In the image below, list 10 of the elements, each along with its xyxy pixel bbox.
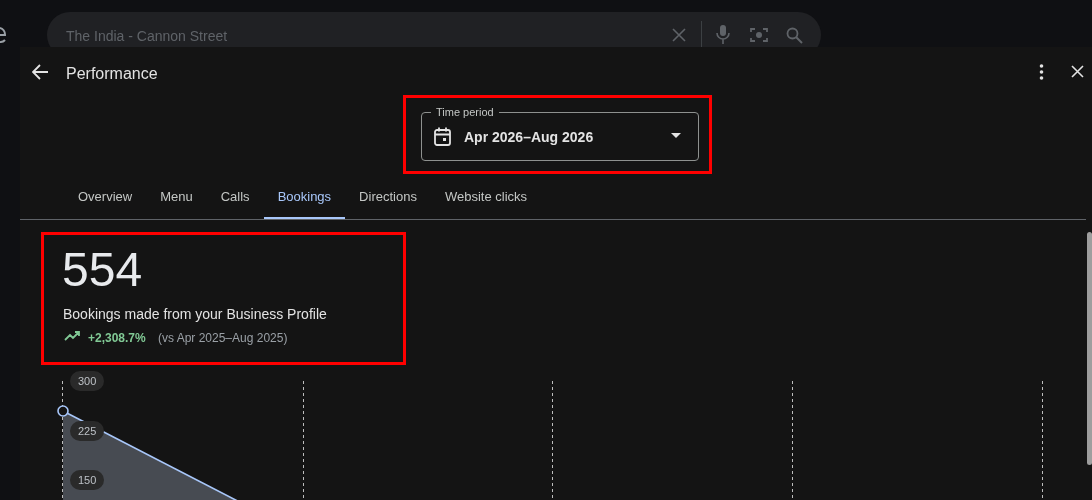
comparison-period: (vs Apr 2025–Aug 2025) xyxy=(158,330,288,347)
time-period-value: Apr 2026–Aug 2026 xyxy=(464,128,594,147)
dialog-title: Performance xyxy=(66,64,158,84)
metric-value: 554 xyxy=(62,242,143,298)
search-text: The India - Cannon Street xyxy=(66,27,228,46)
time-period-label: Time period xyxy=(431,105,499,119)
y-axis-label: 150 xyxy=(70,470,105,490)
metric-description: Bookings made from your Business Profile xyxy=(63,305,327,324)
change-percentage: +2,308.7% xyxy=(88,330,146,347)
y-axis-label: 300 xyxy=(70,371,105,391)
